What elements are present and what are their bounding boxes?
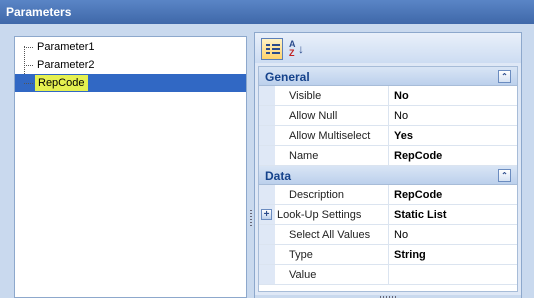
category-label: General [265,70,310,84]
property-row[interactable]: Allow Multiselect Yes [259,126,517,146]
property-name: Select All Values [275,225,389,244]
category-data[interactable]: Data ⌃ [259,166,517,185]
property-name: Allow Null [275,106,389,125]
property-value[interactable]: No [390,106,517,125]
property-row[interactable]: Allow Null No [259,106,517,126]
tree-connector [24,83,33,84]
tree-item-parameter1[interactable]: Parameter1 [15,38,246,56]
tree-item-repcode[interactable]: RepCode [15,74,246,92]
arrow-down-icon: ↓ [298,42,304,56]
property-grid-toolbar: AZ ↓ [255,33,521,63]
tree-item-parameter2[interactable]: Parameter2 [15,56,246,74]
property-row[interactable]: Description RepCode [259,185,517,205]
property-grid-panel: AZ ↓ General ⌃ Visible No Allow Null No … [254,32,522,298]
parameter-tree[interactable]: Parameter1 Parameter2 RepCode [14,36,247,298]
tree-connector [24,65,33,66]
property-value[interactable]: RepCode [390,185,517,204]
window-title: Parameters [0,0,534,24]
category-label: Data [265,169,292,183]
category-general[interactable]: General ⌃ [259,67,517,86]
property-name: Name [275,146,389,165]
property-name: Look-Up Settings [275,205,389,224]
tree-item-label: Parameter2 [37,59,95,71]
property-row[interactable]: Type String [259,245,517,265]
sort-az-icon: AZ [289,39,296,58]
property-value[interactable]: Yes [390,126,517,145]
property-row[interactable]: Visible No [259,86,517,106]
property-value[interactable]: RepCode [390,146,517,165]
property-name: Allow Multiselect [275,126,389,145]
categorized-view-icon [266,43,280,55]
property-name: Visible [275,86,389,105]
property-row[interactable]: + Look-Up Settings Static List [259,205,517,225]
property-value[interactable]: No [390,225,517,244]
property-name: Type [275,245,389,264]
property-row[interactable]: Name RepCode [259,146,517,166]
property-row[interactable]: Value [259,265,517,285]
property-value[interactable]: Static List [390,205,517,224]
property-value[interactable] [390,265,517,284]
splitter-grip [250,210,252,228]
property-name: Description [275,185,389,204]
tree-item-label: Parameter1 [37,41,95,53]
property-value[interactable]: No [390,86,517,105]
tree-connector [24,47,33,48]
property-row[interactable]: Select All Values No [259,225,517,245]
collapse-icon[interactable]: ⌃ [498,70,511,83]
tree-item-label: RepCode [35,75,89,91]
property-grid: General ⌃ Visible No Allow Null No Allow… [258,66,518,292]
property-name: Value [275,265,389,284]
collapse-icon[interactable]: ⌃ [498,169,511,182]
property-value[interactable]: String [390,245,517,264]
expand-icon[interactable]: + [261,209,272,220]
alphabetical-view-button[interactable]: AZ ↓ [285,38,307,60]
categorized-view-button[interactable] [261,38,283,60]
